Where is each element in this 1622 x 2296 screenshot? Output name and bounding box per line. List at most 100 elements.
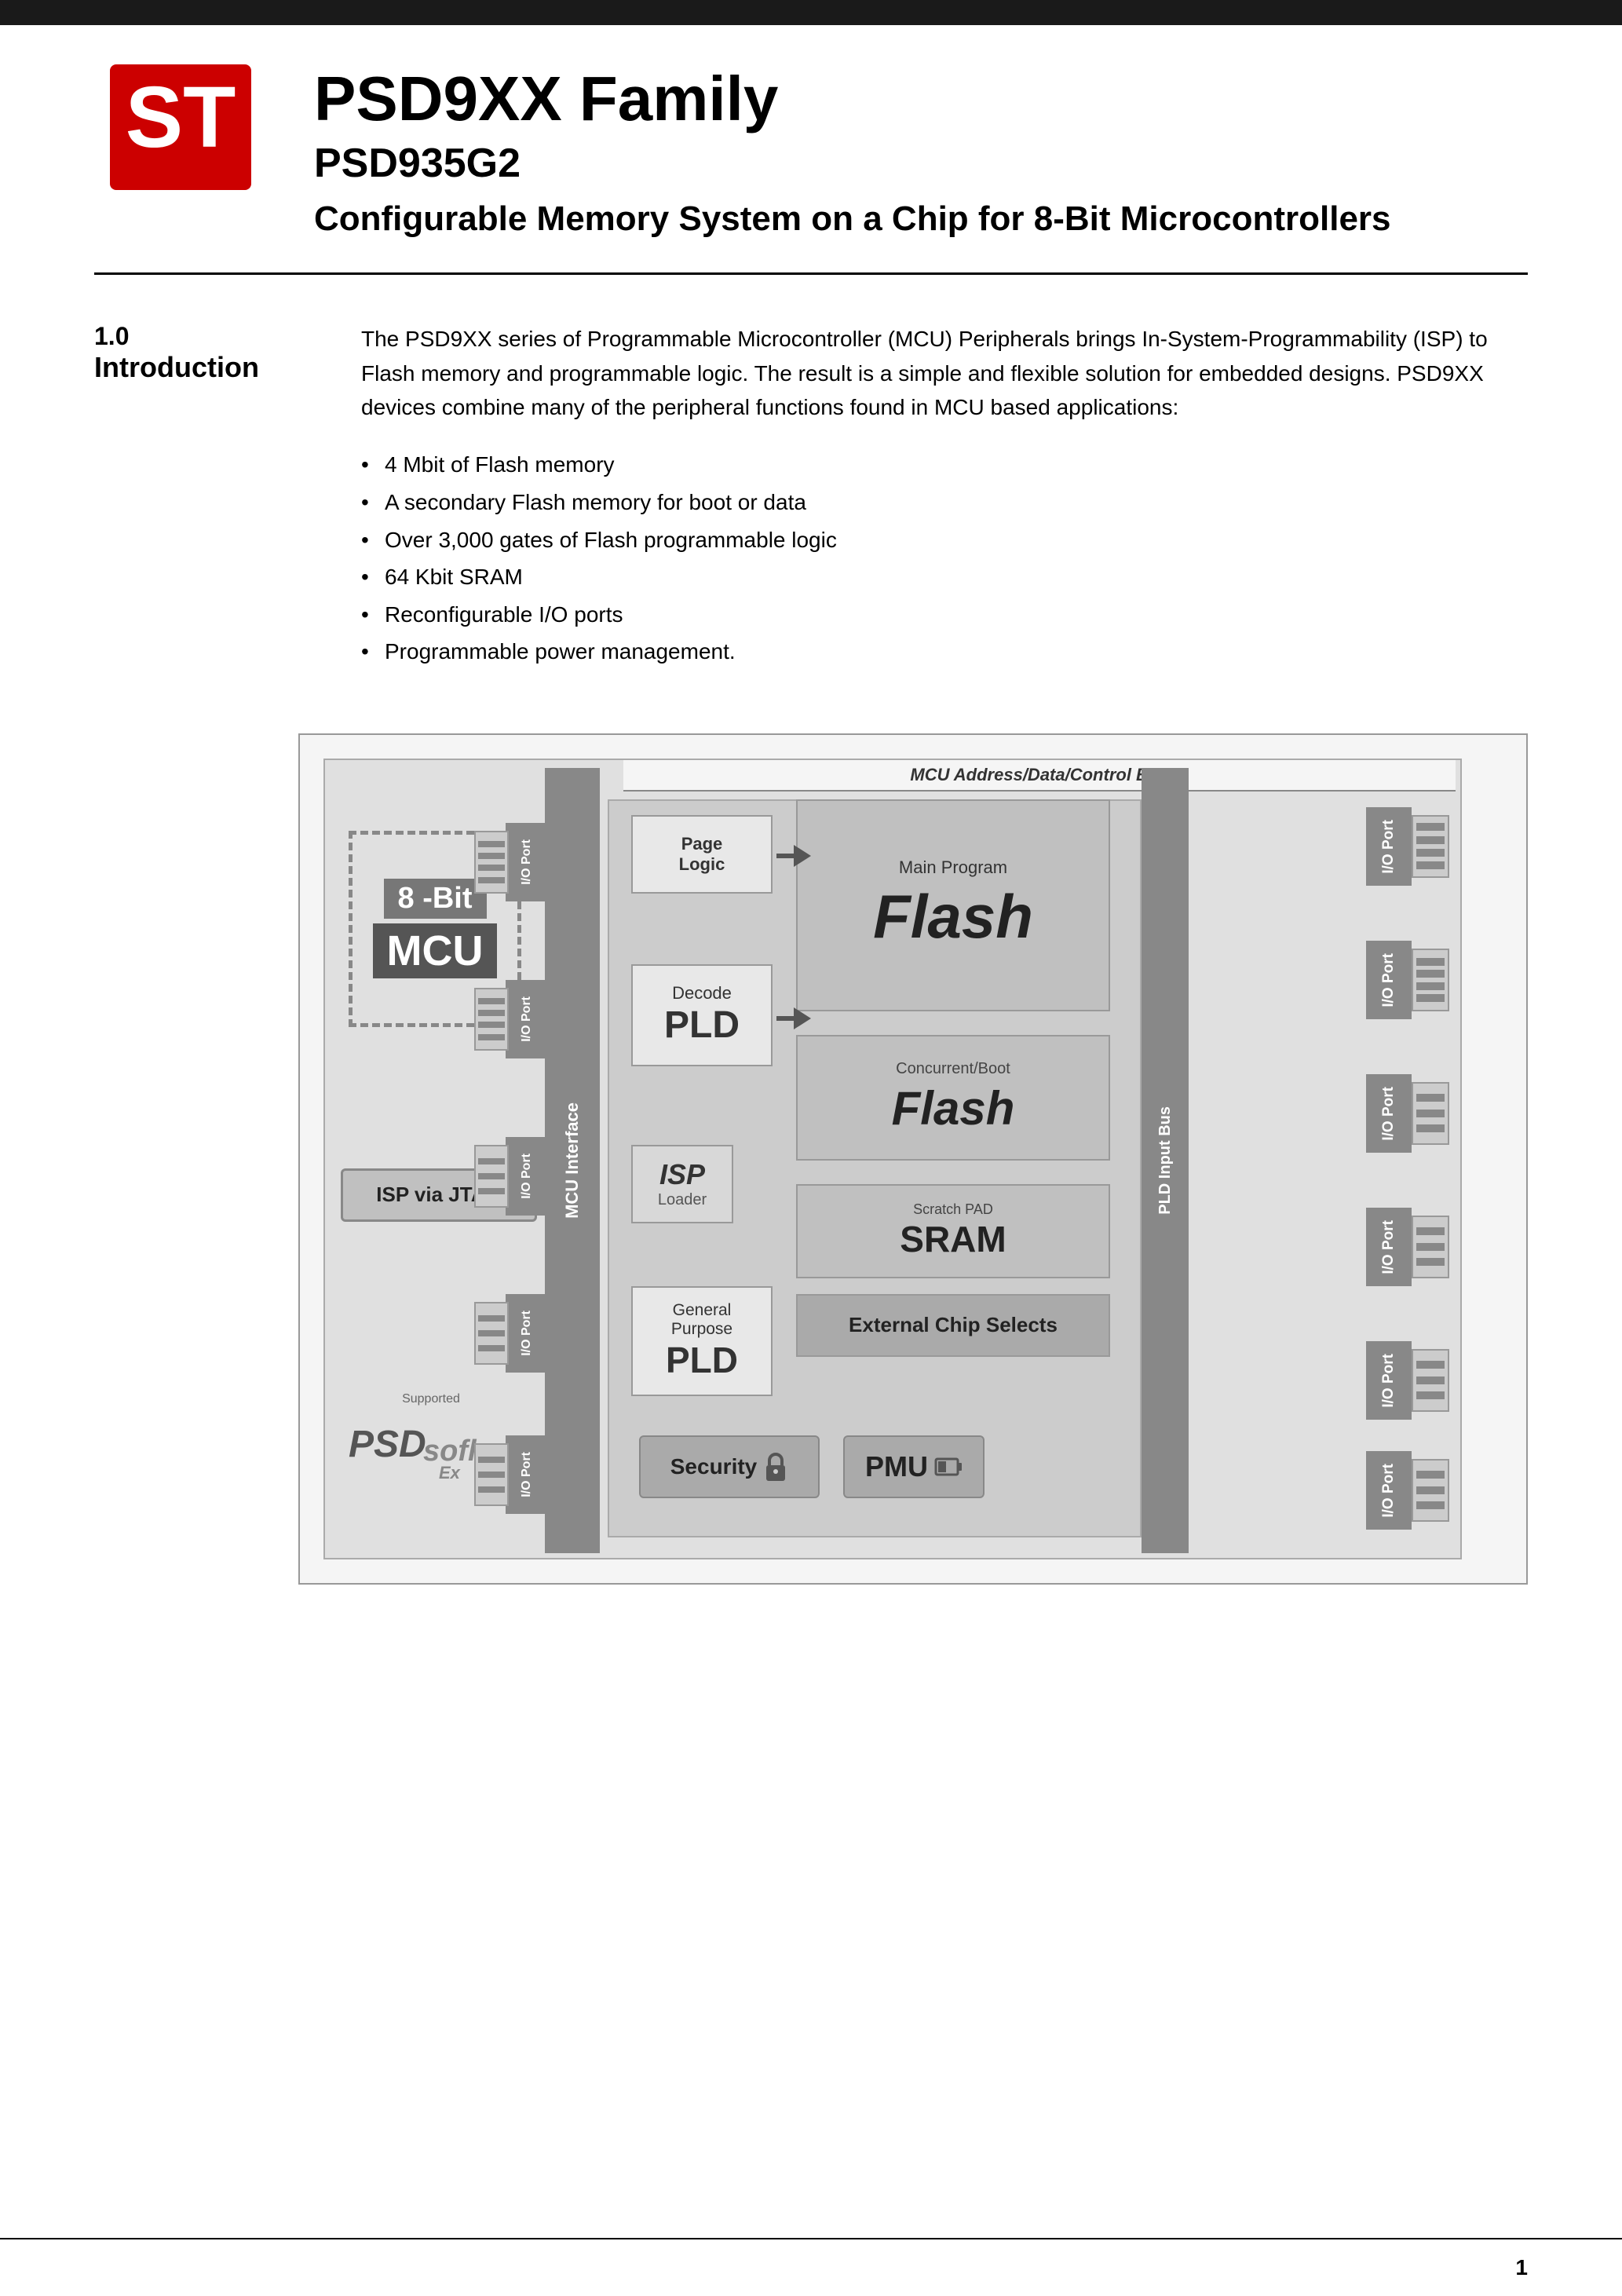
pin [478,853,505,859]
main-flash-block: Main Program Flash [796,799,1110,1011]
title-area: PSD9XX Family PSD935G2 Configurable Memo… [314,57,1528,241]
right-io-port-3: I/O Port [1366,1066,1460,1161]
section-label: 1.0 Introduction [94,322,314,671]
gen-purpose-2: Purpose [671,1320,732,1339]
sub-title: PSD935G2 [314,140,1528,187]
bullet-item-6: Programmable power management. [361,633,1528,671]
pin [1416,994,1445,1002]
flash-label: Flash [873,881,1033,952]
right-io-connector-4 [1412,1216,1449,1278]
security-block: Security [639,1435,820,1498]
st-logo-icon: ST [110,64,251,190]
left-io-connector-3 [474,1145,509,1208]
diagram-wrapper: MCU Address/Data/Control Bus 8 -Bit MCU … [298,733,1528,1585]
gen-purpose-1: General [673,1301,732,1320]
pin [1416,982,1445,990]
pin [1416,1501,1445,1509]
description-title: Configurable Memory System on a Chip for… [314,196,1528,241]
header-content: ST PSD9XX Family PSD935G2 Configurable M… [0,25,1622,272]
bullet-list: 4 Mbit of Flash memory A secondary Flash… [361,446,1528,671]
section-body: The PSD9XX series of Programmable Microc… [361,322,1528,671]
logo-area: ST [94,57,267,198]
pmu-block: PMU [843,1435,985,1498]
bus-header-bar: MCU Address/Data/Control Bus [623,760,1456,792]
decode-text: Decode [672,983,732,1004]
decode-pld-block: Decode PLD [631,964,773,1066]
pin [1416,1377,1445,1384]
battery-icon [934,1453,963,1481]
right-io-port-2: I/O Port [1366,933,1460,1027]
chip-diagram: MCU Address/Data/Control Bus 8 -Bit MCU … [323,759,1462,1559]
lock-icon [763,1453,788,1481]
pin [478,1486,505,1493]
pin [1416,958,1445,966]
left-io-label-5: I/O Port [520,1452,534,1497]
pin [1416,1227,1445,1235]
content-section: 1.0 Introduction The PSD9XX series of Pr… [0,275,1622,718]
right-io-port-1: I/O Port [1366,799,1460,894]
left-io-label-1: I/O Port [520,839,534,885]
right-io-bar-5: I/O Port [1366,1341,1412,1420]
ext-chip-selects-block: External Chip Selects [796,1294,1110,1357]
pld-input-bar: PLD Input Bus [1142,768,1189,1553]
mcu-label: MCU [373,923,498,978]
right-io-port-6: I/O Port [1366,1443,1460,1537]
pin [478,1345,505,1351]
pin [1416,1486,1445,1494]
left-io-label-3: I/O Port [520,1153,534,1199]
left-io-port-2-bar: I/O Port [506,980,548,1058]
page-footer: 1 [0,2238,1622,2296]
header-bar [0,0,1622,25]
svg-text:PSD: PSD [349,1424,426,1465]
isp-italic-text: ISP [659,1158,705,1191]
pin [478,1472,505,1478]
arrow-page-to-flash [776,845,811,867]
sram-block: Scratch PAD SRAM [796,1184,1110,1278]
right-io-label-3: I/O Port [1380,1087,1397,1141]
boot-flash-label: Flash [892,1081,1015,1135]
pmu-text: PMU [865,1450,928,1483]
pin [1416,1258,1445,1266]
right-io-bar-1: I/O Port [1366,807,1412,886]
pin [1416,970,1445,978]
right-io-bar-3: I/O Port [1366,1074,1412,1153]
pin [478,1010,505,1016]
pin [1416,823,1445,831]
right-io-bar-2: I/O Port [1366,941,1412,1019]
main-program-label: Main Program [899,857,1007,878]
supported-text: Supported [402,1392,460,1406]
page-number: 1 [1515,2255,1528,2280]
pin [1416,861,1445,869]
left-io-port-1-bar: I/O Port [506,823,548,901]
page-logic-block: Page Logic [631,815,773,894]
pin [1416,1110,1445,1117]
pin [478,865,505,871]
arrow-head [794,845,811,867]
pin [1416,1471,1445,1479]
main-title: PSD9XX Family [314,64,1528,133]
pin [1416,1361,1445,1369]
svg-text:Ex: Ex [439,1463,461,1480]
pin [1416,849,1445,857]
pin [478,877,505,883]
svg-text:ST: ST [126,69,236,166]
pin [478,841,505,847]
ext-chip-text: External Chip Selects [849,1313,1058,1337]
section-name: Introduction [94,351,259,383]
pld-text: PLD [664,1004,740,1047]
intro-text: The PSD9XX series of Programmable Microc… [361,322,1528,424]
page-logic-text-2: Logic [679,854,725,875]
right-io-port-4: I/O Port [1366,1200,1460,1294]
mcu-8bit-label: 8 -Bit [384,879,487,919]
boot-flash-block: Concurrent/Boot Flash [796,1035,1110,1161]
bullet-item-1: 4 Mbit of Flash memory [361,446,1528,484]
scratch-pad-label: Scratch PAD [913,1201,993,1218]
left-io-port-5-bar: I/O Port [506,1435,548,1514]
page-logic-text-1: Page [681,834,723,854]
right-io-label-6: I/O Port [1380,1464,1397,1518]
pin [478,1034,505,1040]
right-io-label-4: I/O Port [1380,1220,1397,1274]
mcu-interface-bar: MCU Interface [545,768,600,1553]
pin [478,1158,505,1164]
pin [1416,1124,1445,1132]
